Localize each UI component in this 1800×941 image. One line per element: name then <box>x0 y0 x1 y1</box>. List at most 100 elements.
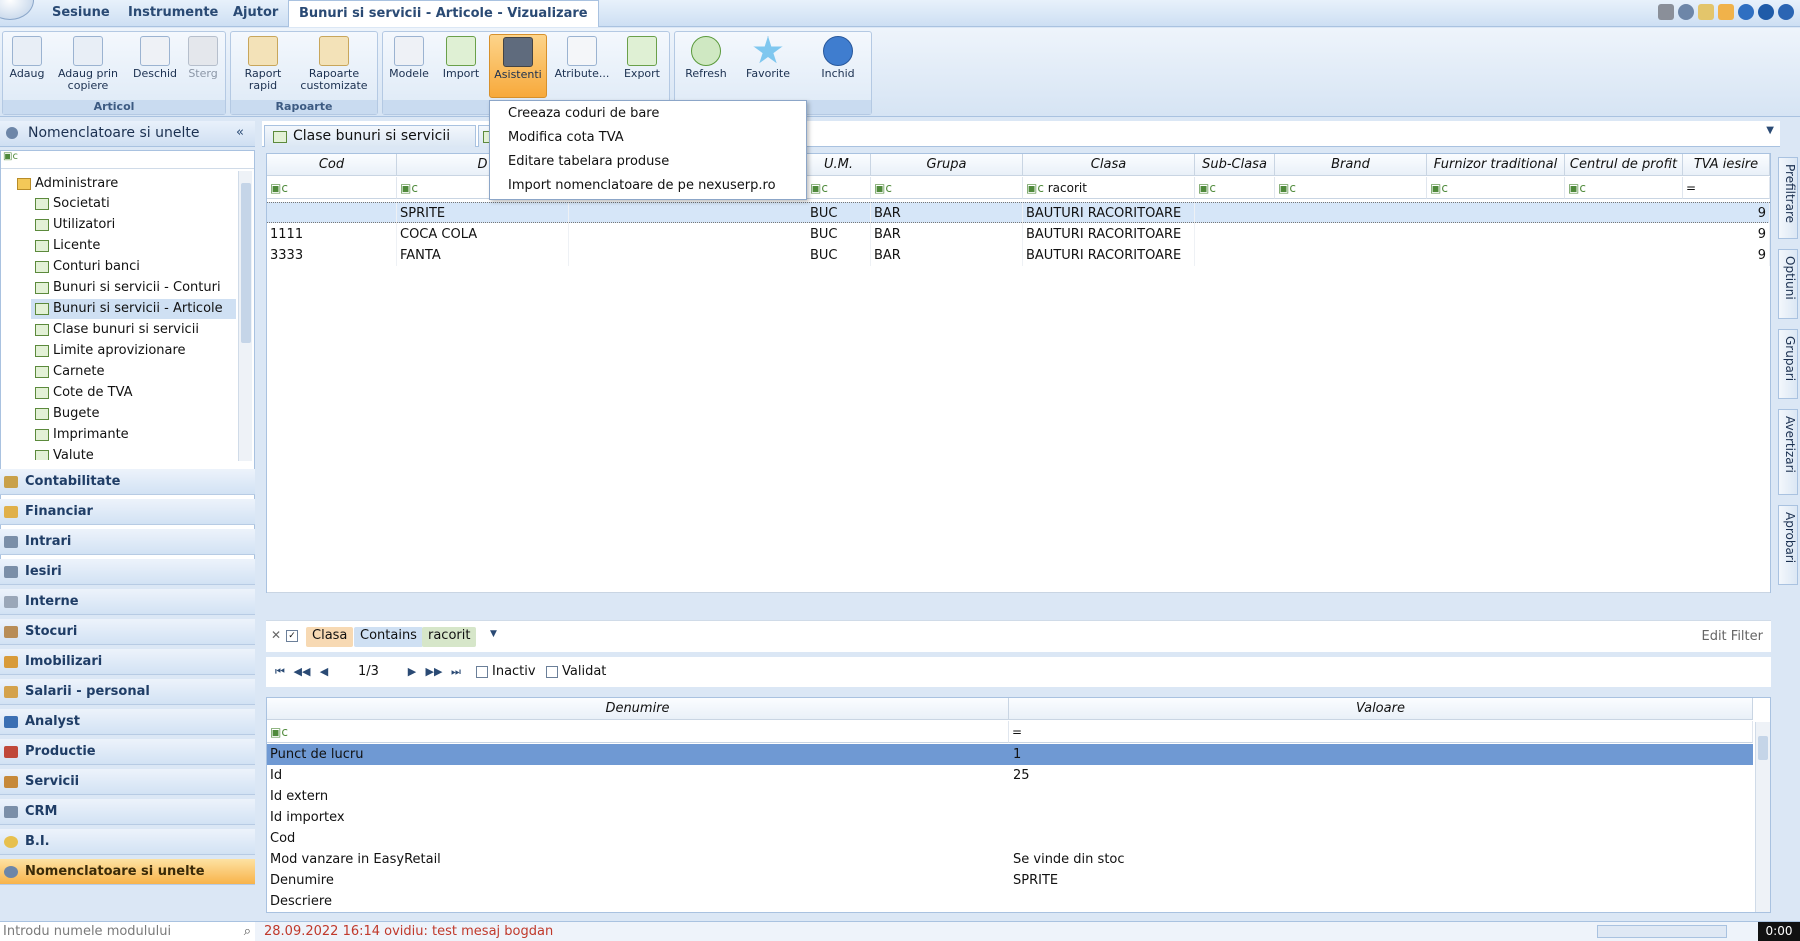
tree-filter-row[interactable]: ▣c <box>1 151 254 169</box>
app-menu-button[interactable] <box>0 0 34 20</box>
section-crm[interactable]: CRM <box>0 799 255 825</box>
props-col-valoare[interactable]: Valoare <box>1009 698 1753 720</box>
filter-value-chip[interactable]: racorit <box>422 627 477 647</box>
dropdown-item-editare-tabelara[interactable]: Editare tabelara produse <box>496 152 796 172</box>
table-row[interactable]: 1111 COCA COLA BUC BAR BAUTURI RACORITOA… <box>267 224 1770 245</box>
col-subclasa[interactable]: Sub-Clasa <box>1195 154 1275 176</box>
filter-op-chip[interactable]: Contains <box>354 627 423 647</box>
section-bi[interactable]: B.I. <box>0 829 255 855</box>
context-tab[interactable]: Bunuri si servicii - Articole - Vizualiz… <box>288 0 599 27</box>
raport-rapid-button[interactable]: Raport rapid <box>235 34 291 98</box>
search-icon[interactable] <box>1678 4 1694 20</box>
next-page-group-icon[interactable]: ▶▶ <box>424 662 444 682</box>
adaug-button[interactable]: Adaug <box>5 34 49 98</box>
sterg-button[interactable]: Sterg <box>183 34 223 98</box>
tree-item-clase-bunuri[interactable]: Clase bunuri si servicii <box>31 320 236 340</box>
col-centru-profit[interactable]: Centrul de profit <box>1565 154 1683 176</box>
last-page-icon[interactable]: ⏭ <box>446 662 466 682</box>
refresh-button[interactable]: Refresh <box>677 34 735 98</box>
props-col-denumire[interactable]: Denumire <box>267 698 1009 720</box>
section-interne[interactable]: Interne <box>0 589 255 615</box>
props-row[interactable]: Punct de lucru 1 <box>267 744 1753 765</box>
export-button[interactable]: Export <box>617 34 667 98</box>
menu-instrumente[interactable]: Instrumente <box>128 5 218 20</box>
col-cod[interactable]: Cod <box>267 154 397 176</box>
tree-item-cote-tva[interactable]: Cote de TVA <box>31 383 236 403</box>
props-row[interactable]: Cod <box>267 828 1753 849</box>
prev-page-icon[interactable]: ◀ <box>314 662 334 682</box>
tab-aprobari[interactable]: Aprobari <box>1778 505 1798 585</box>
filter-furnizor[interactable]: ▣c <box>1427 177 1565 199</box>
col-clasa[interactable]: Clasa <box>1023 154 1195 176</box>
inactiv-checkbox[interactable] <box>476 666 488 678</box>
section-intrari[interactable]: Intrari <box>0 529 255 555</box>
col-grupa[interactable]: Grupa <box>871 154 1023 176</box>
section-financiar[interactable]: Financiar <box>0 499 255 525</box>
section-stocuri[interactable]: Stocuri <box>0 619 255 645</box>
validat-checkbox[interactable] <box>546 666 558 678</box>
prev-page-group-icon[interactable]: ◀◀ <box>292 662 312 682</box>
scroll-thumb[interactable] <box>241 183 251 343</box>
section-iesiri[interactable]: Iesiri <box>0 559 255 585</box>
tab-avertizari[interactable]: Avertizari <box>1778 409 1798 495</box>
tree-item-licente[interactable]: Licente <box>31 236 236 256</box>
filter-enabled-checkbox[interactable]: ✓ <box>286 630 298 642</box>
filter-cod[interactable]: ▣c <box>267 177 397 199</box>
filter-tva[interactable]: = <box>1683 177 1770 199</box>
col-furnizor[interactable]: Furnizor traditional <box>1427 154 1565 176</box>
tree-item-bugete[interactable]: Bugete <box>31 404 236 424</box>
props-filter-denumire[interactable]: ▣c <box>267 721 1009 743</box>
section-imobilizari[interactable]: Imobilizari <box>0 649 255 675</box>
adaug-prin-copiere-button[interactable]: Adaug prin copiere <box>53 34 123 98</box>
dropdown-item-cota-tva[interactable]: Modifica cota TVA <box>496 128 796 148</box>
gear-icon[interactable] <box>1778 4 1794 20</box>
props-row[interactable]: Descriere <box>267 891 1753 911</box>
props-row[interactable]: Mod vanzare in EasyRetail Se vinde din st… <box>267 849 1753 870</box>
section-analyst[interactable]: Analyst <box>0 709 255 735</box>
props-scrollbar[interactable] <box>1755 722 1770 912</box>
props-row[interactable]: Id extern <box>267 786 1753 807</box>
tab-clase-bunuri[interactable]: Clase bunuri si servicii <box>264 125 476 147</box>
props-row[interactable]: Id 25 <box>267 765 1753 786</box>
col-tva-iesire[interactable]: TVA iesire <box>1683 154 1770 176</box>
clear-filter-icon[interactable]: ✕ <box>271 628 281 642</box>
dropdown-item-import-nomenclatoare[interactable]: Import nomenclatoare de pe nexuserp.ro <box>496 176 796 196</box>
edit-icon[interactable] <box>1758 4 1774 20</box>
tab-optiuni[interactable]: Optiuni <box>1778 249 1798 319</box>
tree-item-bunuri-articole[interactable]: Bunuri si servicii - Articole <box>31 299 236 319</box>
tree-item-limite-aprovizionare[interactable]: Limite aprovizionare <box>31 341 236 361</box>
tree-item-societati[interactable]: Societati <box>31 194 236 214</box>
props-row[interactable]: Id importex <box>267 807 1753 828</box>
favorite-button[interactable]: Favorite <box>737 34 799 98</box>
tree-item-utilizatori[interactable]: Utilizatori <box>31 215 236 235</box>
mail-icon[interactable] <box>1698 4 1714 20</box>
filter-subclasa[interactable]: ▣c <box>1195 177 1275 199</box>
tab-grupari[interactable]: Grupari <box>1778 329 1798 399</box>
modele-button[interactable]: Modele <box>385 34 433 98</box>
col-brand[interactable]: Brand <box>1275 154 1427 176</box>
asistenti-button[interactable]: Asistenti <box>489 34 547 98</box>
tab-prefiltrare[interactable]: Prefiltrare <box>1778 157 1798 239</box>
props-filter-valoare[interactable]: = <box>1009 721 1753 743</box>
deschid-button[interactable]: Deschid <box>129 34 181 98</box>
rapoarte-customizate-button[interactable]: Rapoarte customizate <box>293 34 375 98</box>
tabs-dropdown-icon[interactable]: ▼ <box>1766 125 1774 136</box>
filter-brand[interactable]: ▣c <box>1275 177 1427 199</box>
filter-dropdown-icon[interactable]: ▼ <box>490 629 497 639</box>
tree-item-bunuri-conturi[interactable]: Bunuri si servicii - Conturi <box>31 278 236 298</box>
section-productie[interactable]: Productie <box>0 739 255 765</box>
edit-filter-link[interactable]: Edit Filter <box>1701 629 1763 644</box>
filter-grupa[interactable]: ▣c <box>871 177 1023 199</box>
section-salarii[interactable]: Salarii - personal <box>0 679 255 705</box>
section-servicii[interactable]: Servicii <box>0 769 255 795</box>
tree-item-conturi-banci[interactable]: Conturi banci <box>31 257 236 277</box>
tree-item-carnete[interactable]: Carnete <box>31 362 236 382</box>
tree-root-administrare[interactable]: Administrare <box>13 174 236 194</box>
next-page-icon[interactable]: ▶ <box>402 662 422 682</box>
inchid-button[interactable]: Inchid <box>809 34 867 98</box>
atribute-button[interactable]: Atribute... <box>551 34 613 98</box>
print-icon[interactable] <box>1658 4 1674 20</box>
menu-sesiune[interactable]: Sesiune <box>52 5 110 20</box>
collapse-icon[interactable]: « <box>236 125 244 140</box>
tree-scrollbar[interactable] <box>238 171 252 461</box>
